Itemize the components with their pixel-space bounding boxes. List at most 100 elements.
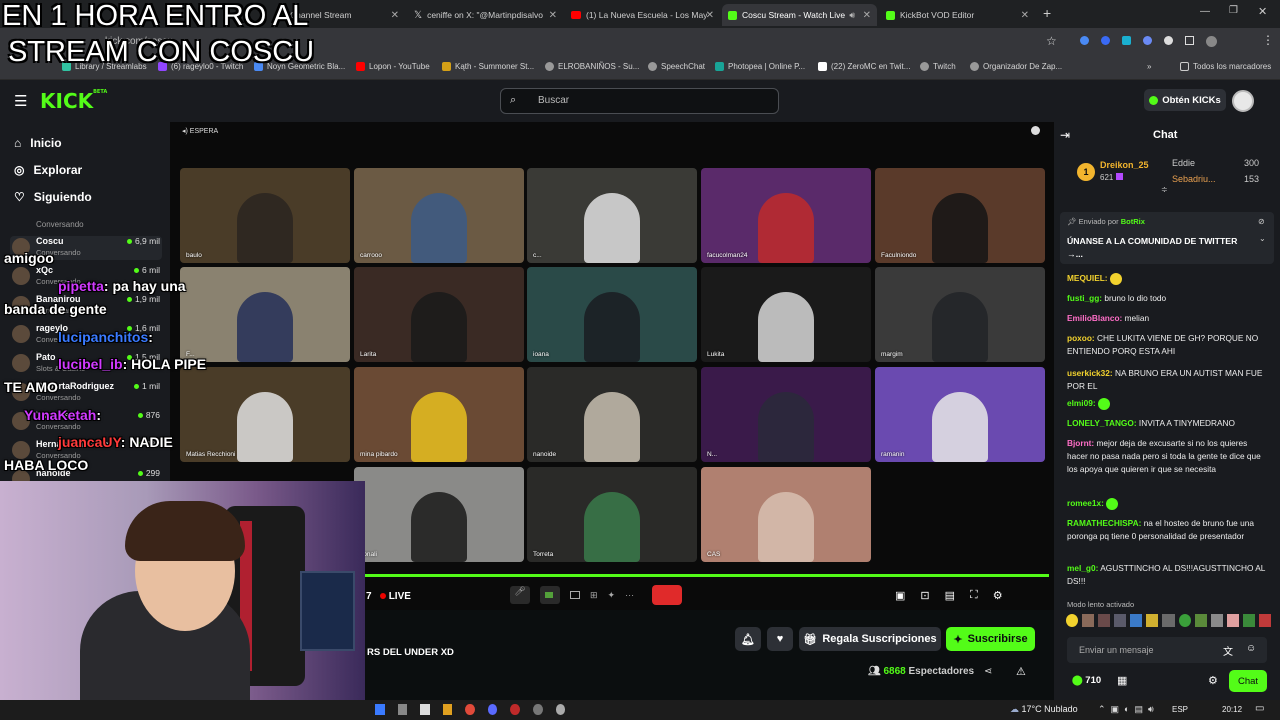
- extension-icon[interactable]: [1080, 36, 1089, 45]
- app-icon[interactable]: [487, 704, 498, 715]
- pip-icon[interactable]: ▣: [895, 589, 905, 605]
- bookmark-item[interactable]: ELROBANIÑOS - Su...: [545, 62, 639, 71]
- bookmark-item[interactable]: SpeechChat: [648, 62, 705, 71]
- chat-settings-icon[interactable]: ⚙: [1208, 674, 1218, 687]
- effects-icon[interactable]: ✦: [608, 590, 616, 601]
- chat-username[interactable]: EmilioBlanco:: [1067, 313, 1122, 323]
- chat-message[interactable]: RAMATHECHISPA: na el hosteo de bruno fue…: [1067, 517, 1269, 543]
- browser-tab[interactable]: 𝕏 ceniffe on X: "@Martinpdisalvo ✕: [408, 4, 563, 26]
- channel-points[interactable]: ⬤ 710: [1072, 675, 1101, 686]
- participant-tile[interactable]: CAS: [701, 467, 871, 562]
- chat-message[interactable]: MEQUIEL:: [1067, 272, 1269, 285]
- kick-logo[interactable]: KICKBETA: [40, 89, 107, 113]
- participant-tile[interactable]: Matias Recchioni: [180, 367, 350, 462]
- get-kicks-button[interactable]: Obtén KICKs: [1144, 89, 1226, 111]
- participant-tile[interactable]: N...: [701, 367, 871, 462]
- participant-tile[interactable]: mina pibardo: [354, 367, 524, 462]
- emote-icon[interactable]: [1114, 614, 1127, 627]
- chat-message[interactable]: poxoo: CHE LUKITA VIENE DE GH? PORQUE NO…: [1067, 332, 1269, 358]
- mini-player-icon[interactable]: ▤: [945, 589, 955, 605]
- extension-icon[interactable]: [1143, 36, 1152, 45]
- bookmarks-overflow-icon[interactable]: »: [1147, 62, 1151, 71]
- share-icon[interactable]: ⋖: [984, 666, 992, 677]
- nav-following[interactable]: ♡ Siguiendo: [14, 190, 92, 204]
- puzzle-icon[interactable]: [1185, 36, 1194, 45]
- app-icon[interactable]: [510, 704, 520, 715]
- store-icon[interactable]: ▦: [1117, 674, 1127, 687]
- participant-tile[interactable]: carrooo: [354, 168, 524, 263]
- chat-username[interactable]: mel_g0:: [1067, 563, 1098, 573]
- pinned-message[interactable]: 📌︎ Enviado por BotRix ÚNANSE A LA COMUNI…: [1060, 212, 1274, 264]
- all-bookmarks[interactable]: Todos los marcadores: [1180, 62, 1271, 71]
- notifications-icon[interactable]: ▭: [1255, 703, 1264, 714]
- bookmark-item[interactable]: Lopon - YouTube: [356, 62, 430, 71]
- chat-username[interactable]: userkick32:: [1067, 368, 1113, 378]
- hangup-button[interactable]: [652, 585, 683, 605]
- participant-tile[interactable]: nanoide: [527, 367, 697, 462]
- send-chat-button[interactable]: Chat: [1229, 670, 1267, 692]
- close-icon[interactable]: ✕: [549, 10, 557, 21]
- bookmark-item[interactable]: Twitch: [920, 62, 956, 71]
- chat-message[interactable]: EmilioBlanco: melian: [1067, 312, 1269, 325]
- emote-icon[interactable]: [1098, 614, 1111, 627]
- app-icon[interactable]: [555, 704, 566, 715]
- browser-tab[interactable]: (1) La Nueva Escuela - Los May ✕: [565, 4, 720, 26]
- emote-icon[interactable]: [1210, 614, 1223, 627]
- more-icon[interactable]: ···: [625, 590, 634, 600]
- chat-input[interactable]: Enviar un mensaje 文 ☺: [1067, 637, 1267, 663]
- bookmark-item[interactable]: Kąth - Summoner St...: [442, 62, 534, 71]
- app-icon[interactable]: [375, 704, 385, 715]
- chat-message[interactable]: fusti_gg: bruno lo dio todo: [1067, 292, 1269, 305]
- hamburger-menu-icon[interactable]: ☰: [14, 92, 27, 110]
- fullscreen-icon[interactable]: ⛶: [970, 589, 978, 605]
- emote-icon[interactable]: [1242, 614, 1255, 627]
- emote-icon[interactable]: [1082, 614, 1095, 627]
- chat-bubble-icon[interactable]: [1031, 126, 1040, 135]
- browser-tab-active[interactable]: Coscu Stream - Watch Live 🔊︎ ✕: [722, 4, 877, 26]
- chat-username[interactable]: Bjornt:: [1067, 438, 1094, 448]
- app-icon[interactable]: [442, 704, 453, 715]
- close-icon[interactable]: ✕: [1021, 10, 1029, 21]
- nav-explore[interactable]: ◎ Explorar: [14, 163, 82, 177]
- emote-icon[interactable]: [1178, 614, 1191, 627]
- app-icon[interactable]: [420, 704, 430, 715]
- chat-username[interactable]: romee1x:: [1067, 498, 1104, 508]
- minimize-icon[interactable]: —: [1200, 6, 1210, 17]
- close-icon[interactable]: ✕: [706, 10, 714, 21]
- collapse-chat-icon[interactable]: ⇥: [1060, 128, 1070, 142]
- emote-icon[interactable]: [1130, 614, 1143, 627]
- chevron-down-icon[interactable]: ≑: [1161, 185, 1168, 194]
- emote-icon[interactable]: [1258, 614, 1272, 627]
- user-avatar[interactable]: [1232, 90, 1254, 112]
- participant-tile[interactable]: ioana: [527, 267, 697, 362]
- menu-kebab-icon[interactable]: ⋮: [1262, 33, 1274, 47]
- weather[interactable]: ☁ 17°C Nublado: [1010, 704, 1078, 715]
- participant-tile[interactable]: Lukita: [701, 267, 871, 362]
- emote-icon[interactable]: [1162, 614, 1175, 627]
- language-indicator[interactable]: ESP: [1172, 705, 1188, 714]
- participant-tile[interactable]: c...: [527, 168, 697, 263]
- emote-icon[interactable]: [1226, 614, 1239, 627]
- close-icon[interactable]: ✕: [391, 10, 399, 21]
- bookmark-item[interactable]: Organizador De Zap...: [970, 62, 1062, 71]
- follow-button[interactable]: ♥: [767, 627, 793, 651]
- grid-icon[interactable]: ⊞: [590, 590, 598, 601]
- chat-message[interactable]: mel_g0: AGUSTTINCHO AL DS!!!AGUSTTINCHO …: [1067, 562, 1269, 588]
- emote-icon[interactable]: [1146, 614, 1159, 627]
- gift-subs-button[interactable]: 🎁︎ Regala Suscripciones: [799, 627, 941, 651]
- extension-icon[interactable]: [1164, 36, 1173, 45]
- close-window-icon[interactable]: ✕: [1258, 5, 1267, 18]
- chat-username[interactable]: LONELY_TANGO:: [1067, 418, 1137, 428]
- notification-bell-button[interactable]: 🔔︎: [735, 627, 761, 651]
- participant-tile[interactable]: margim: [875, 267, 1045, 362]
- participant-tile[interactable]: facucolman24: [701, 168, 871, 263]
- chat-username[interactable]: elmi09:: [1067, 398, 1096, 408]
- speaker-icon[interactable]: 🔊︎: [849, 10, 855, 21]
- participant-tile[interactable]: Larita: [354, 267, 524, 362]
- subscribe-button[interactable]: ✦ Suscribirse: [946, 627, 1035, 651]
- theater-icon[interactable]: ⊡: [920, 589, 929, 605]
- participant-tile[interactable]: Tonali: [354, 467, 524, 562]
- clock[interactable]: 20:12: [1222, 705, 1242, 714]
- new-tab-icon[interactable]: +: [1043, 5, 1051, 21]
- extension-icons[interactable]: [1080, 36, 1230, 48]
